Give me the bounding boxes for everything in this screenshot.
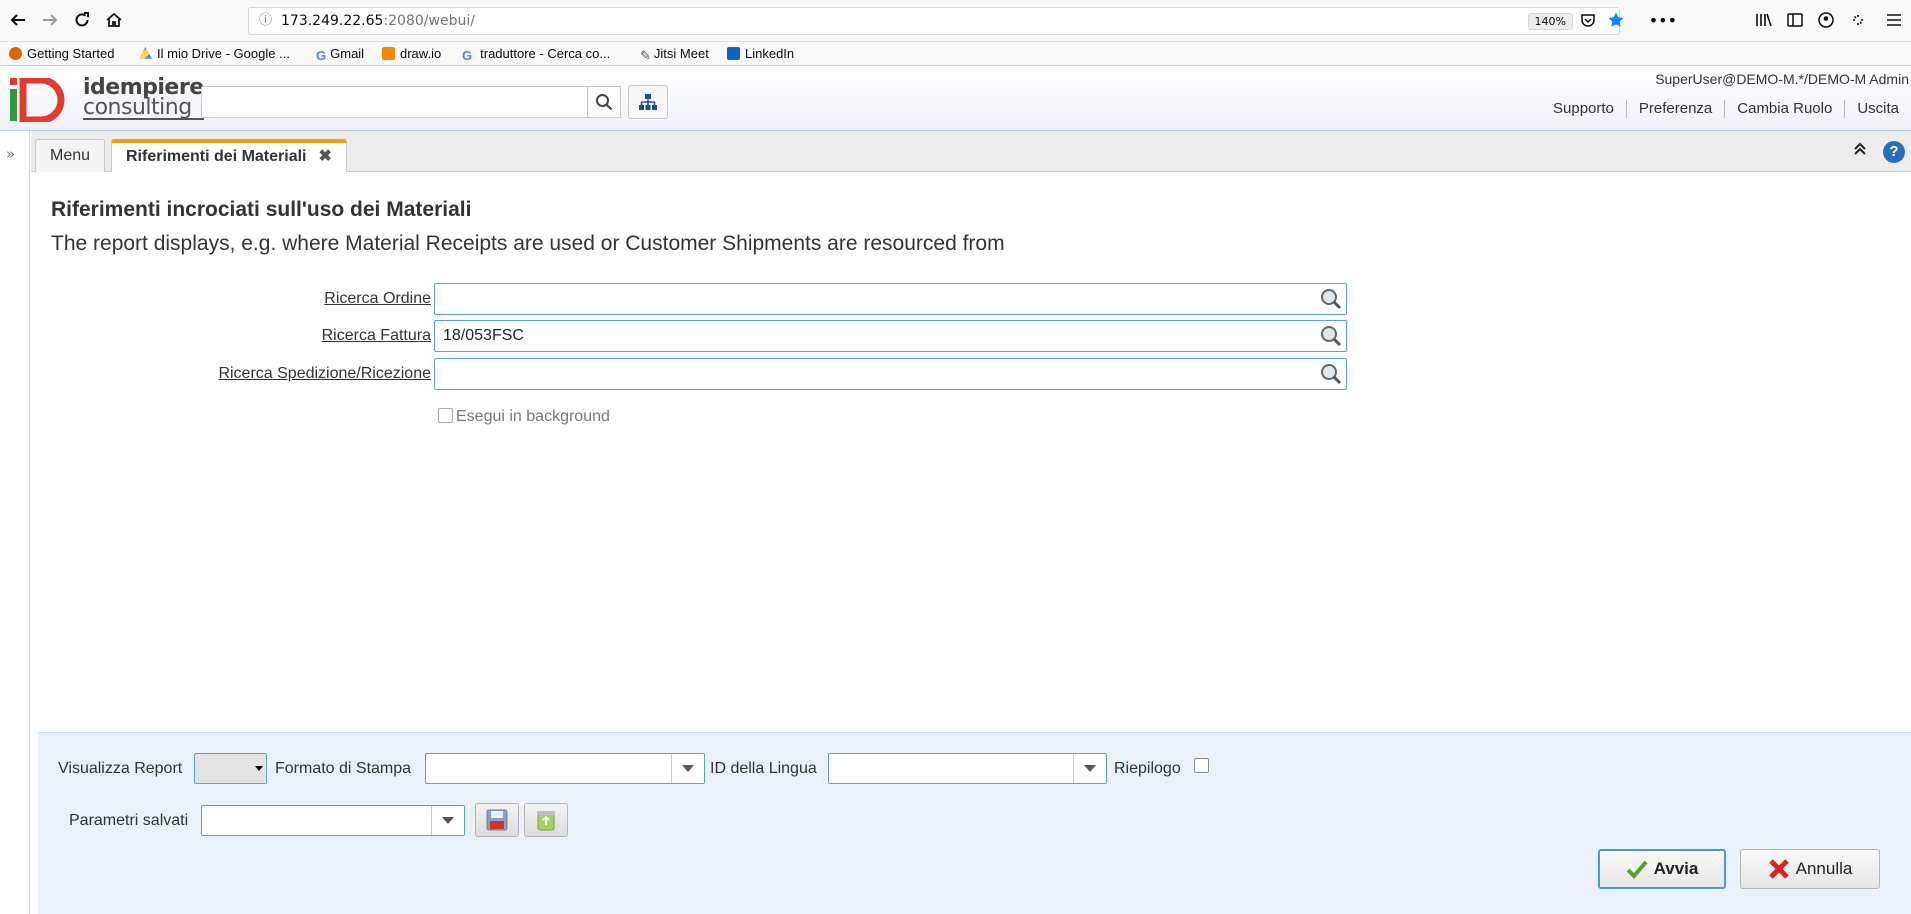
bookmark-jitsi[interactable]: ✎ Jitsi Meet [640,45,709,63]
display-report-select[interactable] [194,753,267,784]
hamburger-menu-icon[interactable] [1882,8,1906,32]
zoom-level[interactable]: 140% [1527,13,1573,30]
library-icon[interactable] [1752,8,1776,32]
bookmark-gmail[interactable]: G Gmail [316,45,364,63]
site-info-icon[interactable]: ⓘ [259,8,272,34]
forward-button[interactable] [36,6,64,34]
search-button[interactable] [587,86,621,118]
global-search-input[interactable] [201,86,588,118]
page-title: Riferimenti incrociati sull'uso dei Mate… [51,198,472,221]
idempiere-logo-icon [10,78,65,122]
window-tab-bar: Menu Riferimenti dei Materiali ✖ ? [31,131,1911,173]
expand-panel-icon[interactable]: » [6,145,15,163]
preferences-link[interactable]: Preferenza [1625,100,1724,118]
invoice-search-label[interactable]: Ricerca Fattura [31,327,431,345]
logout-link[interactable]: Uscita [1844,100,1911,118]
language-select[interactable] [828,753,1107,784]
red-x-icon [1768,859,1789,879]
dropdown-arrow-icon[interactable] [252,754,266,783]
app-header: idempiere consulting SuperUser@DEMO-M.*/… [0,66,1911,131]
floppy-disk-icon [486,809,508,831]
recycle-bin-icon [537,811,555,831]
account-icon[interactable] [1814,8,1838,32]
url-host: 173.249.22.65 [281,13,384,29]
linkedin-icon [727,47,740,60]
firefox-icon [9,47,22,60]
collapse-header-icon[interactable] [1854,141,1866,160]
url-path: :2080/webui/ [383,13,475,29]
shipment-search-field[interactable] [434,358,1347,390]
user-info: SuperUser@DEMO-M.*/DEMO-M Admin [1655,71,1909,87]
support-link[interactable]: Supporto [1541,100,1626,118]
summary-checkbox[interactable] [1194,758,1209,773]
extensions-icon[interactable] [1846,8,1870,32]
reload-button[interactable] [68,6,96,34]
display-report-label: Visualizza Report [58,760,183,777]
bookmarks-bar: Getting Started Il mio Drive - Google ..… [0,42,1911,66]
pocket-icon[interactable] [1576,8,1600,32]
bookmark-drawio[interactable]: draw.io [382,45,441,63]
print-format-select[interactable] [425,753,705,784]
checkbox-box[interactable] [438,408,453,423]
west-panel-collapsed: » [0,131,30,914]
close-tab-icon[interactable]: ✖ [319,148,332,165]
browser-toolbar: ⓘ 173.249.22.65:2080/webui/ 140% ••• [0,0,1911,42]
save-params-button[interactable] [475,803,519,837]
bookmark-translator[interactable]: Gtraduttore - Cerca co... [462,45,610,63]
page-actions-icon[interactable]: ••• [1649,8,1677,34]
reload-icon [75,12,89,27]
bookmark-linkedin[interactable]: LinkedIn [727,45,794,63]
invoice-search-field[interactable]: 18/053FSC [434,320,1347,352]
change-role-link[interactable]: Cambia Ruolo [1724,100,1844,118]
sitemap-icon [639,94,657,110]
run-button[interactable]: Avvia [1598,849,1726,889]
dropdown-arrow-icon[interactable] [1073,754,1106,783]
google-icon: G [316,48,327,63]
order-search-field[interactable] [434,283,1347,315]
tab-material-references[interactable]: Riferimenti dei Materiali ✖ [111,139,347,173]
report-options-panel: Visualizza Report Formato di Stampa ID d… [38,732,1911,914]
bookmark-google-drive[interactable]: Il mio Drive - Google ... [139,45,290,63]
dropdown-arrow-icon[interactable] [431,806,464,835]
header-links: Supporto Preferenza Cambia Ruolo Uscita [1541,100,1911,118]
jitsi-icon: ✎ [640,48,651,63]
cancel-button[interactable]: Annulla [1740,849,1880,889]
dropdown-arrow-icon[interactable] [671,754,704,783]
menu-tree-button[interactable] [628,85,668,119]
sidebar-toggle-icon[interactable] [1783,8,1807,32]
lookup-search-icon[interactable] [1319,287,1343,311]
saved-params-select[interactable] [201,805,465,836]
bookmark-getting-started[interactable]: Getting Started [9,45,114,63]
back-button[interactable] [4,6,32,34]
language-label: ID della Lingua [710,760,817,777]
lookup-search-icon[interactable] [1319,324,1343,348]
home-icon [106,12,122,27]
checkmark-icon [1626,860,1648,879]
page-description: The report displays, e.g. where Material… [51,232,1005,255]
tab-menu[interactable]: Menu [35,139,106,172]
run-in-background-checkbox[interactable]: Esegui in background [438,408,610,426]
home-button[interactable] [100,6,128,34]
back-arrow-icon [10,14,25,26]
google-icon: G [462,48,473,63]
delete-params-button[interactable] [524,803,568,837]
shipment-search-label[interactable]: Ricerca Spedizione/Ricezione [31,365,431,383]
saved-params-label: Parametri salvati [69,812,189,829]
print-format-label: Formato di Stampa [275,760,412,777]
drawio-icon [382,47,395,60]
summary-label: Riepilogo [1114,760,1181,777]
help-icon[interactable]: ? [1883,141,1905,163]
google-drive-icon [139,47,152,59]
order-search-label[interactable]: Ricerca Ordine [31,290,431,308]
url-bar[interactable]: ⓘ 173.249.22.65:2080/webui/ 140% ••• [248,7,1677,35]
lookup-search-icon[interactable] [1319,362,1343,386]
process-dialog: Riferimenti incrociati sull'uso dei Mate… [31,172,1911,732]
search-icon [596,94,613,111]
bookmark-star-icon[interactable] [1604,8,1628,32]
forward-arrow-icon [43,14,58,26]
company-logo-text: idempiere consulting [83,75,204,120]
